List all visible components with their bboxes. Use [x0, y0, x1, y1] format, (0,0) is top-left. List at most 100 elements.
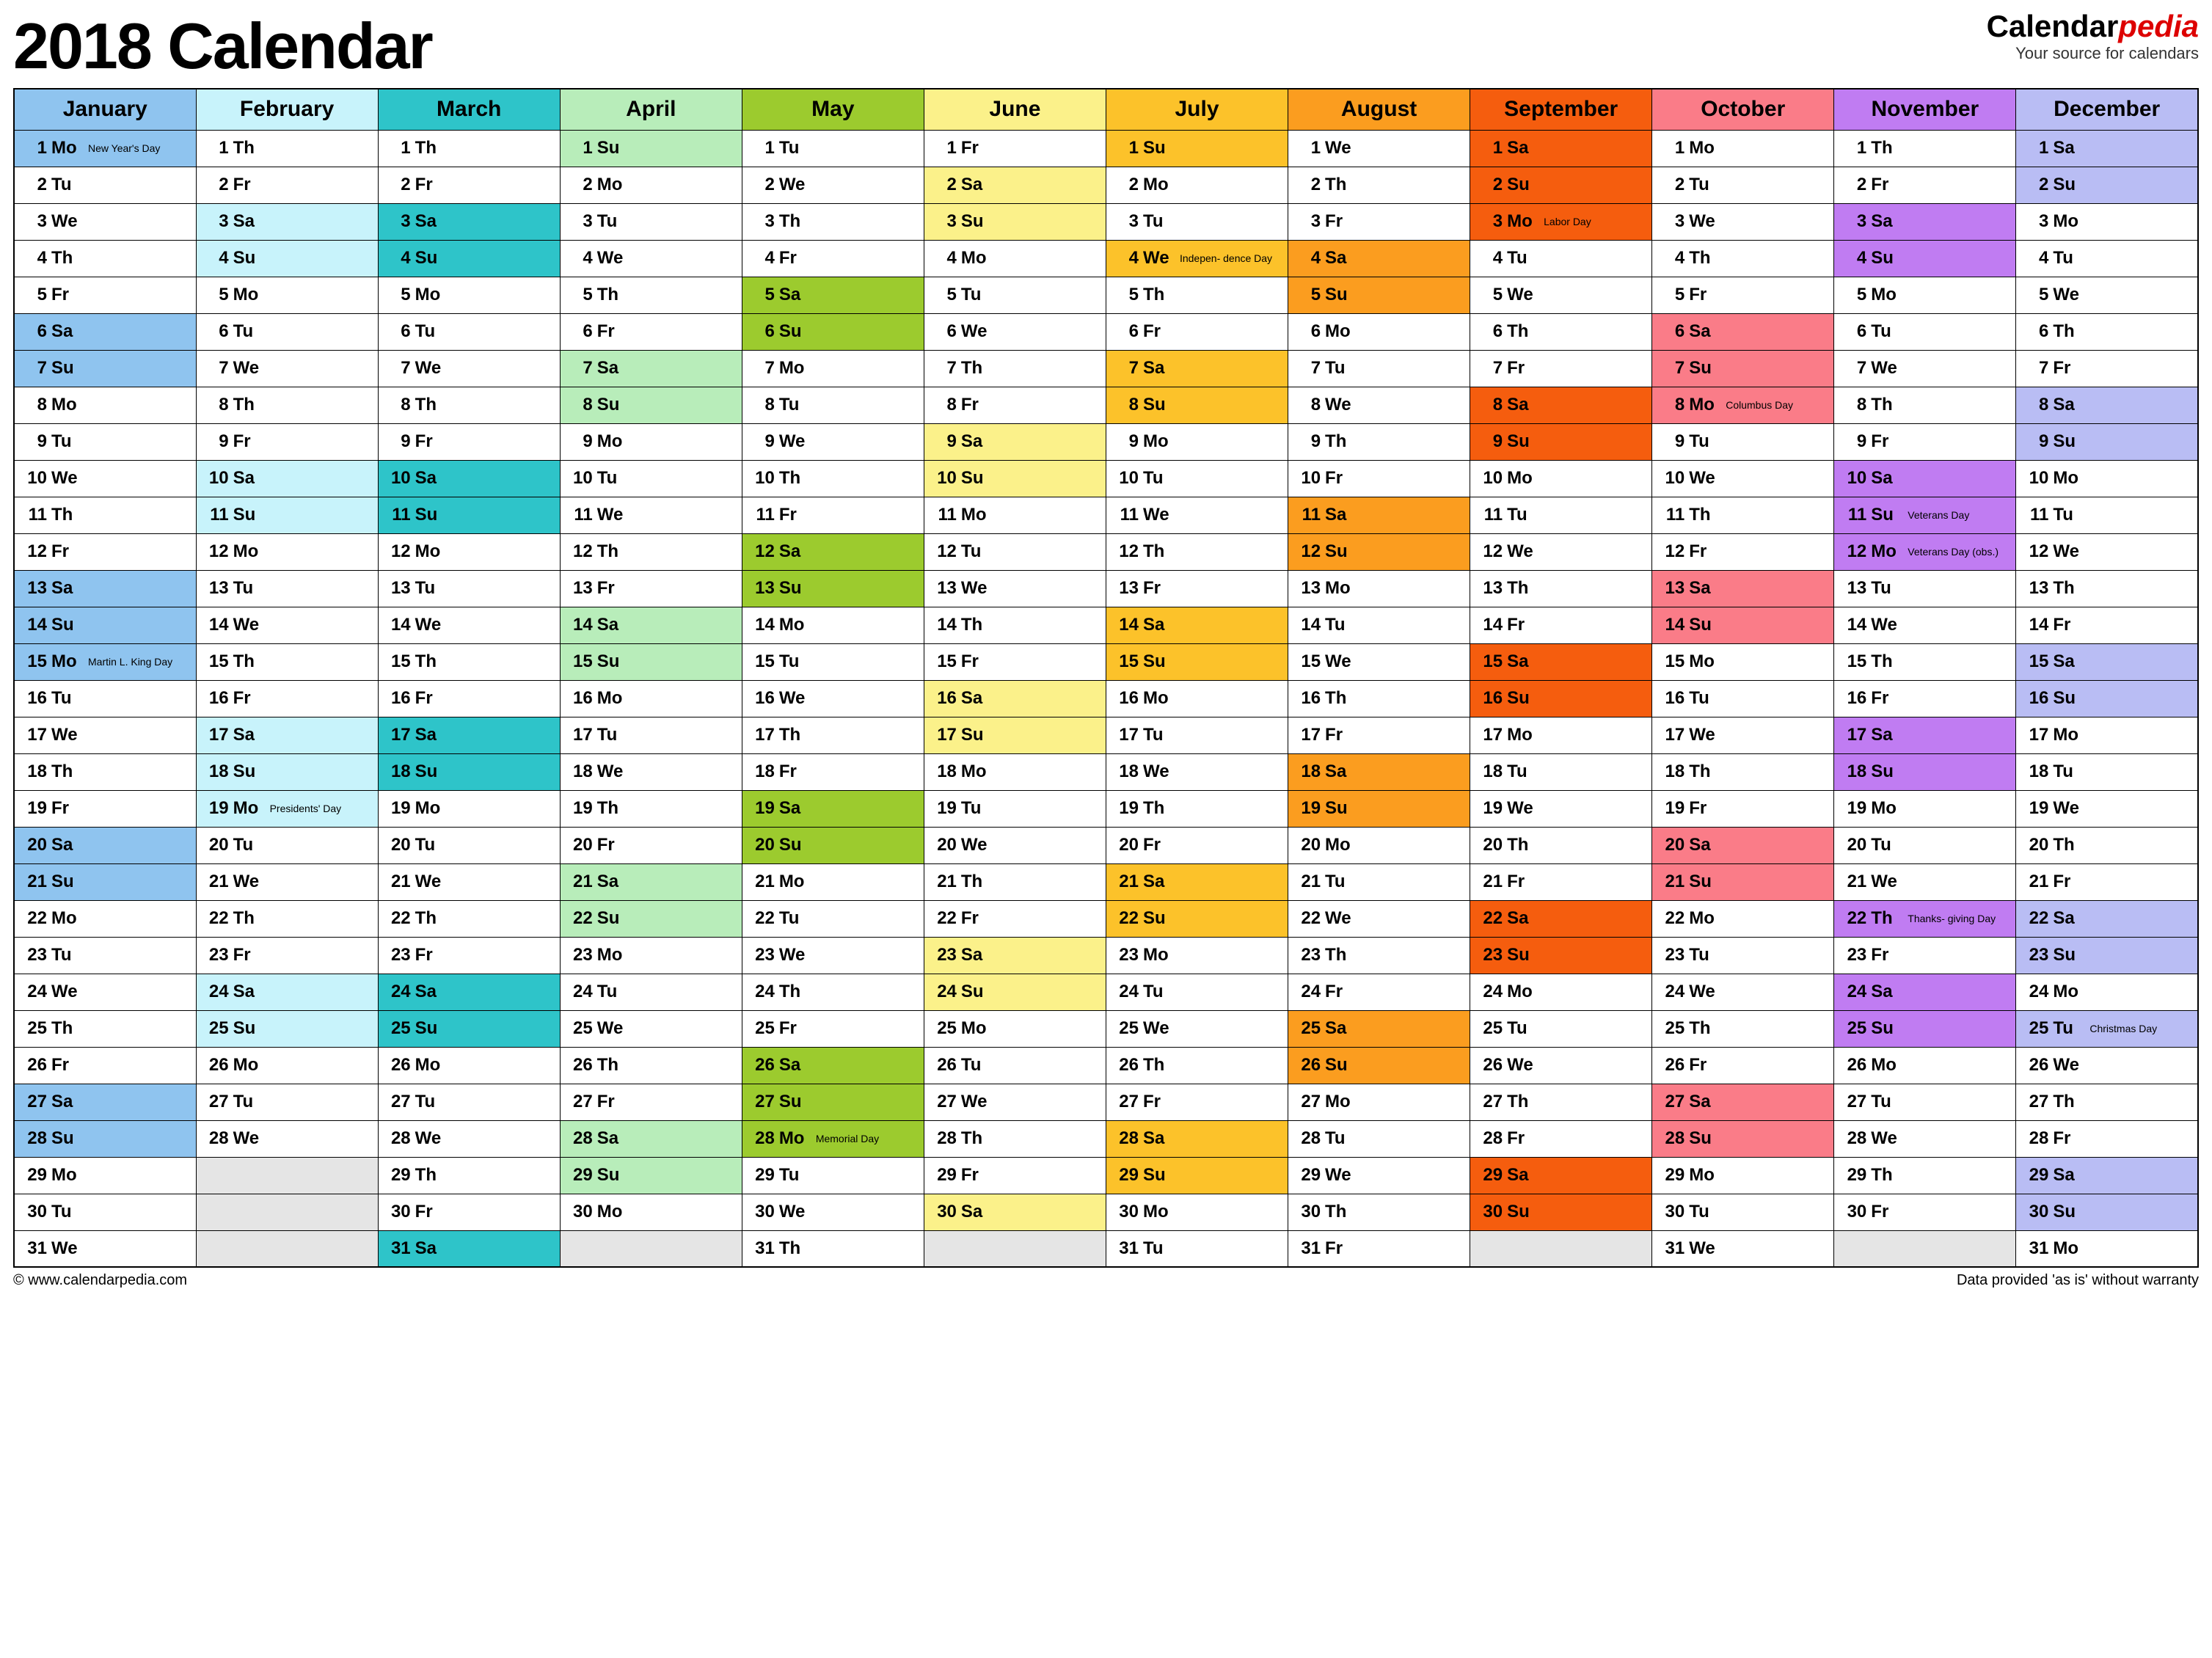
day-cell: 20Tu — [378, 827, 560, 863]
day-cell: 14We — [196, 607, 378, 643]
day-cell: 2Su — [1470, 167, 1652, 203]
day-cell: 22Th — [378, 900, 560, 937]
day-cell: 2Fr — [378, 167, 560, 203]
day-cell: 7Sa — [1106, 350, 1288, 387]
day-cell: 29Su — [560, 1157, 742, 1194]
day-cell: 22Mo — [1652, 900, 1834, 937]
day-cell — [1834, 1230, 2016, 1267]
day-cell — [560, 1230, 742, 1267]
day-cell: 21We — [378, 863, 560, 900]
day-cell: 8Th — [378, 387, 560, 423]
day-cell: 2Tu — [1652, 167, 1834, 203]
day-cell: 17We — [14, 717, 196, 753]
day-cell: 23Sa — [924, 937, 1106, 974]
day-cell: 13Su — [742, 570, 924, 607]
day-cell: 11Sa — [1288, 497, 1470, 533]
day-cell: 28Sa — [1106, 1120, 1288, 1157]
day-cell: 6We — [924, 313, 1106, 350]
day-cell: 8Mo — [14, 387, 196, 423]
day-cell: 6Th — [1470, 313, 1652, 350]
day-cell: 28Su — [1652, 1120, 1834, 1157]
month-header: October — [1652, 89, 1834, 130]
day-cell: 29Mo — [14, 1157, 196, 1194]
day-cell: 13Tu — [196, 570, 378, 607]
day-cell: 26We — [1470, 1047, 1652, 1084]
day-cell: 14Fr — [2016, 607, 2198, 643]
day-cell: 13We — [924, 570, 1106, 607]
day-cell: 10Su — [924, 460, 1106, 497]
day-cell: 5Mo — [196, 277, 378, 313]
day-cell: 3Th — [742, 203, 924, 240]
day-cell: 1MoNew Year's Day — [14, 130, 196, 167]
day-cell: 1Su — [1106, 130, 1288, 167]
day-cell: 15We — [1288, 643, 1470, 680]
day-cell: 3Tu — [1106, 203, 1288, 240]
day-cell: 3We — [1652, 203, 1834, 240]
day-cell: 26Mo — [378, 1047, 560, 1084]
day-cell: 19Fr — [14, 790, 196, 827]
month-header: September — [1470, 89, 1652, 130]
day-cell: 4Mo — [924, 240, 1106, 277]
day-cell: 15Sa — [1470, 643, 1652, 680]
day-cell: 17We — [1652, 717, 1834, 753]
day-cell: 20Fr — [1106, 827, 1288, 863]
day-cell: 30We — [742, 1194, 924, 1230]
day-cell: 17Th — [742, 717, 924, 753]
day-cell: 16Mo — [560, 680, 742, 717]
day-cell: 16Th — [1288, 680, 1470, 717]
day-cell: 16We — [742, 680, 924, 717]
day-cell: 21Mo — [742, 863, 924, 900]
day-cell: 19We — [2016, 790, 2198, 827]
day-cell: 7We — [1834, 350, 2016, 387]
day-cell: 10We — [1652, 460, 1834, 497]
month-header: March — [378, 89, 560, 130]
day-cell: 22Fr — [924, 900, 1106, 937]
day-cell: 17Sa — [1834, 717, 2016, 753]
month-header: December — [2016, 89, 2198, 130]
day-cell: 6Mo — [1288, 313, 1470, 350]
day-cell — [196, 1194, 378, 1230]
day-cell: 22Tu — [742, 900, 924, 937]
day-cell: 15Su — [1106, 643, 1288, 680]
day-cell: 20Tu — [196, 827, 378, 863]
day-cell: 7Sa — [560, 350, 742, 387]
day-cell: 30Su — [2016, 1194, 2198, 1230]
day-cell: 25We — [1106, 1010, 1288, 1047]
day-cell: 6Tu — [1834, 313, 2016, 350]
day-cell: 3Su — [924, 203, 1106, 240]
day-cell: 23Su — [2016, 937, 2198, 974]
day-cell: 17Sa — [196, 717, 378, 753]
day-cell: 8Th — [1834, 387, 2016, 423]
day-cell: 1Th — [378, 130, 560, 167]
day-cell: 14We — [1834, 607, 2016, 643]
day-cell: 22Sa — [2016, 900, 2198, 937]
day-cell: 10Sa — [378, 460, 560, 497]
day-cell: 1Su — [560, 130, 742, 167]
day-cell: 29Tu — [742, 1157, 924, 1194]
day-cell: 29We — [1288, 1157, 1470, 1194]
day-cell: 5Mo — [1834, 277, 2016, 313]
day-cell: 21Su — [14, 863, 196, 900]
day-cell: 4Th — [1652, 240, 1834, 277]
day-cell: 9Su — [2016, 423, 2198, 460]
day-cell: 27We — [924, 1084, 1106, 1120]
day-cell: 11Su — [378, 497, 560, 533]
brand: Calendarpedia Your source for calendars — [1987, 9, 2199, 63]
day-cell: 7We — [378, 350, 560, 387]
day-cell: 22Su — [1106, 900, 1288, 937]
day-cell: 2Fr — [1834, 167, 2016, 203]
day-cell: 18Mo — [924, 753, 1106, 790]
month-header: June — [924, 89, 1106, 130]
day-cell: 6Su — [742, 313, 924, 350]
day-cell — [196, 1157, 378, 1194]
day-cell: 30Mo — [560, 1194, 742, 1230]
month-header: April — [560, 89, 742, 130]
day-cell: 28Tu — [1288, 1120, 1470, 1157]
day-cell: 13Fr — [1106, 570, 1288, 607]
day-cell: 15Fr — [924, 643, 1106, 680]
day-cell: 9Su — [1470, 423, 1652, 460]
day-cell: 23We — [742, 937, 924, 974]
day-cell: 2Th — [1288, 167, 1470, 203]
day-cell: 26Th — [1106, 1047, 1288, 1084]
day-cell: 19Th — [1106, 790, 1288, 827]
